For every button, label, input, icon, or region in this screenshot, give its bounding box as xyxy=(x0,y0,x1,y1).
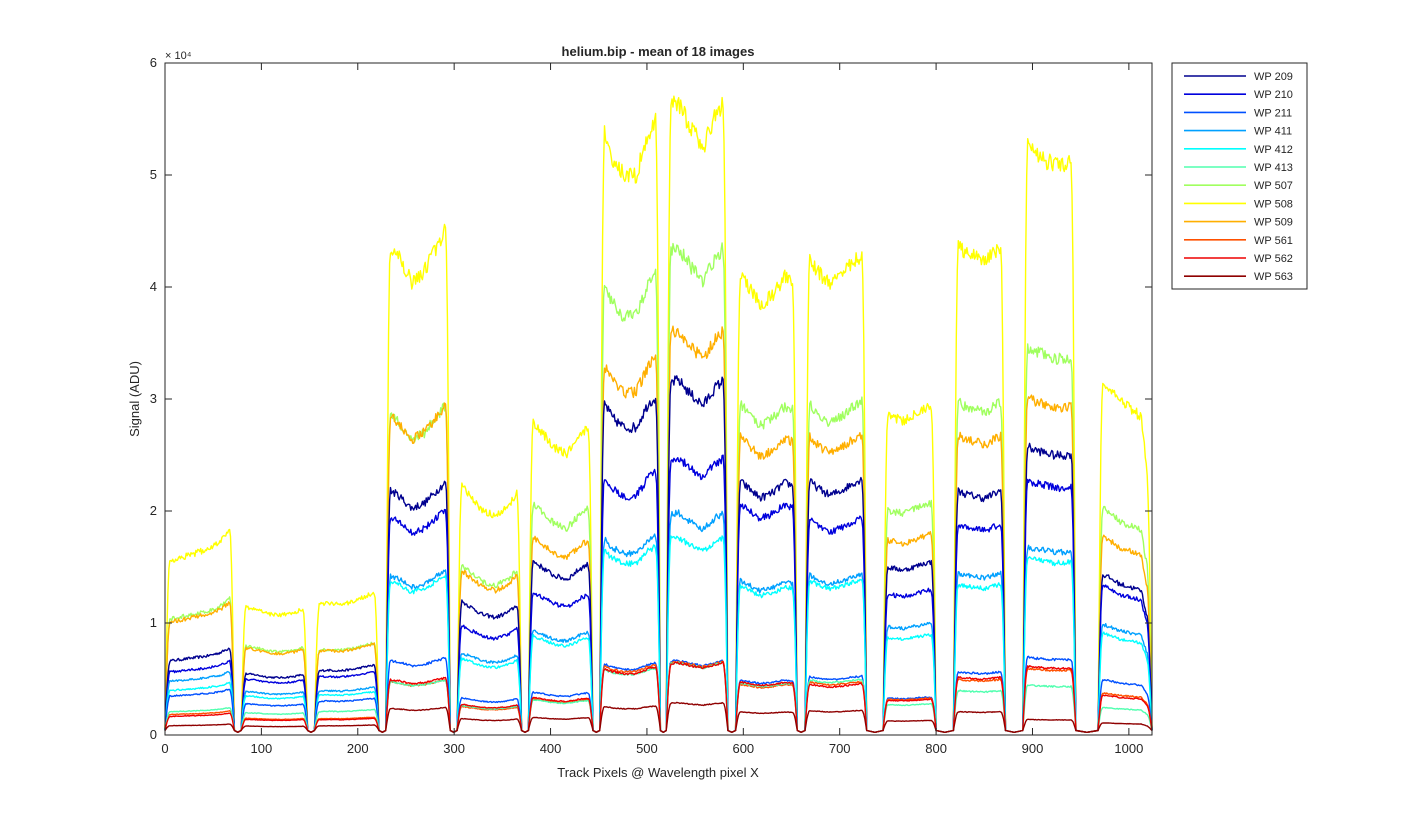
legend-label: WP 412 xyxy=(1254,144,1293,156)
legend-label: WP 209 xyxy=(1254,71,1293,83)
legend-label: WP 507 xyxy=(1254,180,1293,192)
x-tick-label: 500 xyxy=(636,741,658,756)
x-tick-label: 0 xyxy=(161,741,168,756)
x-tick-label: 700 xyxy=(829,741,851,756)
legend-label: WP 562 xyxy=(1254,253,1293,265)
y-tick-label: 0 xyxy=(150,727,157,742)
x-tick-label: 800 xyxy=(925,741,947,756)
y-tick-label: 2 xyxy=(150,503,157,518)
y-tick-label: 1 xyxy=(150,615,157,630)
legend-label: WP 563 xyxy=(1254,271,1293,283)
x-tick-label: 1000 xyxy=(1114,741,1143,756)
legend-label: WP 508 xyxy=(1254,198,1293,210)
line-chart: 0 100 200 300 400 500 600 700 800 900 1000 0 1 2 3 4 5 6… xyxy=(0,0,1425,825)
legend-label: WP 509 xyxy=(1254,217,1293,229)
legend: WP 209 WP 210 WP 211 WP 411 WP 412 WP 413 WP 5… xyxy=(1171,62,1308,290)
x-tick-label: 300 xyxy=(443,741,465,756)
legend-label: WP 211 xyxy=(1254,107,1292,119)
legend-label: WP 411 xyxy=(1254,126,1292,138)
y-axis-label: Signal (ADU) xyxy=(127,361,142,437)
x-axis-label: Track Pixels @ Wavelength pixel X xyxy=(557,765,759,780)
x-tick-label: 100 xyxy=(251,741,273,756)
legend-label: WP 561 xyxy=(1254,235,1293,247)
x-tick-label: 400 xyxy=(540,741,562,756)
x-tick-label: 200 xyxy=(347,741,369,756)
legend-label: WP 413 xyxy=(1254,162,1293,174)
chart-title: helium.bip - mean of 18 images xyxy=(562,44,755,59)
y-tick-label: 6 xyxy=(150,55,157,70)
plot-area xyxy=(164,62,1153,736)
x-tick-label: 600 xyxy=(732,741,754,756)
x-tick-label: 900 xyxy=(1022,741,1044,756)
y-tick-label: 4 xyxy=(150,279,157,294)
y-tick-label: 3 xyxy=(150,391,157,406)
legend-label: WP 210 xyxy=(1254,89,1293,101)
y-exponent-label: × 10⁴ xyxy=(165,50,192,62)
y-tick-label: 5 xyxy=(150,167,157,182)
